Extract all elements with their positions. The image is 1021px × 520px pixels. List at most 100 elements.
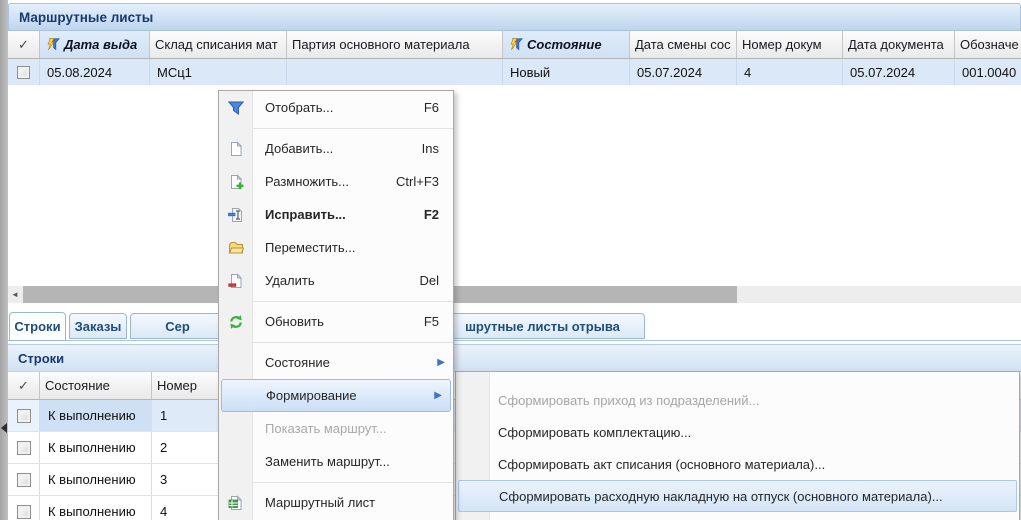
formirovanie-submenu: Сформировать приход из подразделений... … <box>455 371 1020 520</box>
column-header-line-state[interactable]: Состояние <box>40 372 152 399</box>
submenu-arrow-icon: ▶ <box>434 390 450 401</box>
menu-separator <box>219 338 453 346</box>
menu-item-marshrutnyi-list[interactable]: Маршрутный лист <box>219 486 453 519</box>
column-label: Состояние <box>45 378 110 393</box>
tab-zakazy[interactable]: Заказы <box>69 313 127 339</box>
column-label: Номер <box>157 378 197 393</box>
menu-item-pokazat-marshrut: Показать маршрут... <box>219 412 453 445</box>
column-label: Дата смены сос <box>635 37 731 52</box>
table-row-selected[interactable]: 05.08.2024 МСц1 Новый 05.07.2024 4 05.07… <box>8 59 1021 85</box>
row-checkbox[interactable] <box>17 409 31 423</box>
column-label: Обозначе <box>960 37 1019 52</box>
tab-route-sheets-otryva[interactable]: шрутные листы отрыва <box>440 313 645 339</box>
menu-separator <box>219 124 453 132</box>
cell-line-state: К выполнению <box>40 464 152 495</box>
menu-item-shortcut: F5 <box>424 314 453 329</box>
menu-item-label: Сформировать приход из подразделений... <box>456 393 1019 408</box>
row-checkbox-cell[interactable] <box>8 59 40 85</box>
filter-lightning-icon <box>508 38 523 51</box>
page-new-icon <box>219 141 253 157</box>
menu-item-obnovit[interactable]: Обновить F5 <box>219 305 453 338</box>
route-sheets-table-header: ✓ Дата выда Склад списания мат Партия ос… <box>8 31 1021 59</box>
row-checkbox[interactable] <box>17 66 30 79</box>
menu-item-sostoyanie[interactable]: Состояние ▶ <box>219 346 453 379</box>
folder-move-icon <box>219 240 253 256</box>
cell-state: Новый <box>503 59 630 85</box>
excel-document-icon <box>219 495 253 511</box>
menu-item-label: Размножить... <box>253 174 396 189</box>
tab-label: Сер <box>165 319 190 334</box>
tabstrip-baseline <box>8 340 1021 341</box>
menu-item-razmnozhit[interactable]: Размножить... Ctrl+F3 <box>219 165 453 198</box>
menu-item-label: Сформировать комплектацию... <box>456 425 1019 440</box>
menu-item-udalit[interactable]: Удалить Del <box>219 264 453 297</box>
submenu-item-akt-spisaniya[interactable]: Сформировать акт списания (основного мат… <box>456 448 1019 480</box>
route-sheets-panel-header: Маршрутные листы <box>8 3 1021 31</box>
lines-panel-title: Строки <box>18 351 64 366</box>
row-checkbox-cell[interactable] <box>8 464 40 495</box>
row-checkbox[interactable] <box>17 505 31 519</box>
column-header-doc-number[interactable]: Номер докум <box>737 31 843 58</box>
row-checkbox-cell[interactable] <box>8 400 40 431</box>
check-icon: ✓ <box>18 378 29 394</box>
menu-item-dobavit[interactable]: Добавить... Ins <box>219 132 453 165</box>
cell-line-state: К выполнению <box>40 432 152 463</box>
select-all-column-header[interactable]: ✓ <box>8 372 40 399</box>
column-label: Партия основного материала <box>292 37 470 52</box>
menu-item-label: Обновить <box>253 314 424 329</box>
tab-ser[interactable]: Сер <box>130 313 225 339</box>
row-checkbox-cell[interactable] <box>8 496 40 520</box>
app-window: Маршрутные листы ✓ Дата выда Склад списа… <box>0 0 1021 520</box>
cell-state-change-date: 05.07.2024 <box>630 59 737 85</box>
refresh-icon <box>219 314 253 330</box>
column-header-warehouse[interactable]: Склад списания мат <box>150 31 287 58</box>
submenu-arrow-icon: ▶ <box>437 357 453 368</box>
tab-label: Заказы <box>75 319 122 334</box>
row-checkbox[interactable] <box>17 441 31 455</box>
column-label: Дата выда <box>64 37 137 52</box>
page-title: Маршрутные листы <box>19 10 153 25</box>
collapse-left-icon[interactable] <box>1 423 7 433</box>
menu-item-formirovanie[interactable]: Формирование ▶ <box>221 379 451 412</box>
menu-item-shortcut: Ctrl+F3 <box>396 174 453 189</box>
menu-item-peremestit[interactable]: Переместить... <box>219 231 453 264</box>
lines-panel-header: Строки <box>8 344 1021 372</box>
submenu-item-komplektaciya[interactable]: Сформировать комплектацию... <box>456 416 1019 448</box>
scroll-left-icon[interactable]: ◄ <box>8 286 22 303</box>
menu-item-shortcut: Del <box>419 273 453 288</box>
menu-item-label: Заменить маршрут... <box>253 454 453 469</box>
tab-stroki[interactable]: Строки <box>9 312 66 341</box>
submenu-item-rashodnaya-nakladnaya[interactable]: Сформировать расходную накладную на отпу… <box>458 480 1017 512</box>
menu-item-otobrat[interactable]: Отобрать... F6 <box>219 91 453 124</box>
menu-item-zamenit-marshrut[interactable]: Заменить маршрут... <box>219 445 453 478</box>
menu-item-label: Переместить... <box>253 240 439 255</box>
column-header-state[interactable]: Состояние <box>503 31 630 58</box>
column-header-doc-date[interactable]: Дата документа <box>843 31 955 58</box>
cell-doc-number: 4 <box>737 59 843 85</box>
column-header-designation[interactable]: Обозначе <box>955 31 1021 58</box>
menu-item-ispravit[interactable]: Исправить... F2 <box>219 198 453 231</box>
column-header-issue-date[interactable]: Дата выда <box>40 31 150 58</box>
row-checkbox[interactable] <box>17 473 31 487</box>
horizontal-scrollbar[interactable]: ◄ <box>8 286 1021 303</box>
menu-item-label: Формирование <box>254 388 434 403</box>
column-label: Номер докум <box>742 37 822 52</box>
cell-doc-date: 05.07.2024 <box>843 59 955 85</box>
cell-designation: 001.0040 <box>955 59 1021 85</box>
menu-item-shortcut: F6 <box>424 100 453 115</box>
page-edit-icon <box>219 207 253 223</box>
menu-item-label: Показать маршрут... <box>253 421 453 436</box>
tab-label: Строки <box>14 319 60 334</box>
menu-separator <box>219 297 453 305</box>
column-header-state-change-date[interactable]: Дата смены сос <box>630 31 737 58</box>
filter-icon <box>219 100 253 116</box>
select-all-column-header[interactable]: ✓ <box>8 31 40 58</box>
context-menu: Отобрать... F6 Добавить... Ins Размножит… <box>218 90 454 520</box>
menu-item-label: Удалить <box>253 273 419 288</box>
cell-line-state: К выполнению <box>40 400 152 431</box>
menu-item-label: Добавить... <box>253 141 422 156</box>
column-header-batch[interactable]: Партия основного материала <box>287 31 503 58</box>
row-checkbox-cell[interactable] <box>8 432 40 463</box>
submenu-item-prihod: Сформировать приход из подразделений... <box>456 384 1019 416</box>
left-splitter[interactable] <box>0 0 8 520</box>
